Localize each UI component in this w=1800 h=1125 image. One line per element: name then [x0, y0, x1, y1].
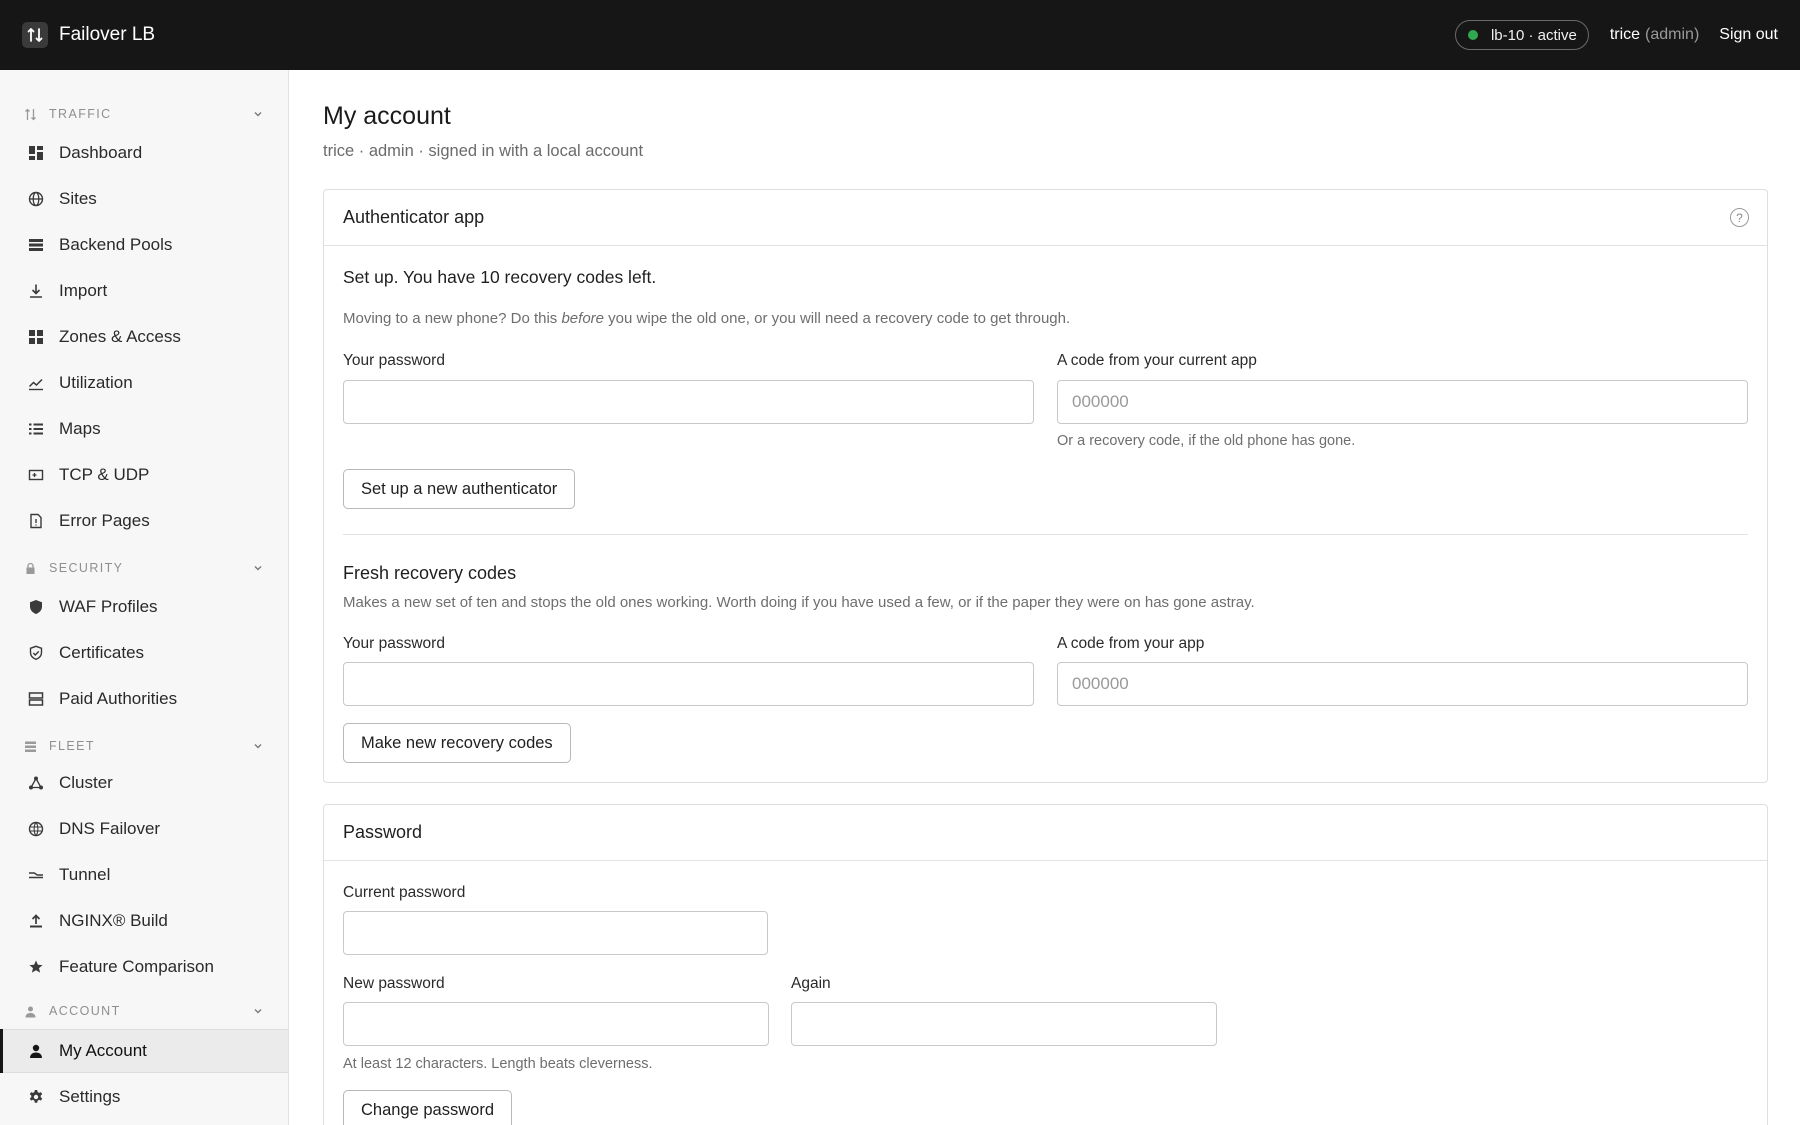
sidebar-item-my-account[interactable]: My Account — [0, 1029, 288, 1073]
confirm-password-input[interactable] — [791, 1002, 1217, 1046]
make-recovery-codes-button[interactable]: Make new recovery codes — [343, 723, 571, 763]
user-icon — [28, 1043, 44, 1059]
status-dot-icon — [1467, 30, 1478, 40]
password-card-header: Password — [324, 805, 1767, 861]
recovery-code-input[interactable] — [1057, 662, 1748, 706]
stack-icon — [28, 237, 44, 253]
shield-icon — [28, 599, 44, 615]
again-password-label: Again — [791, 975, 831, 992]
sidebar-item-tcp-udp[interactable]: TCP & UDP — [0, 453, 288, 497]
new-password-label: New password — [343, 975, 445, 992]
auth-code-label: A code from your current app — [1057, 352, 1257, 369]
line-chart-icon — [28, 375, 44, 391]
recovery-password-label: Your password — [343, 635, 445, 652]
sidebar-section-fleet[interactable]: FLEET — [0, 735, 288, 757]
auth-password-input[interactable] — [343, 380, 1034, 424]
sidebar-item-zones-access[interactable]: Zones & Access — [0, 315, 288, 359]
chevron-down-icon — [254, 566, 262, 571]
sidebar-item-utilization[interactable]: Utilization — [0, 361, 288, 405]
dns-globe-icon — [28, 821, 44, 837]
sidebar-item-backend-pools[interactable]: Backend Pools — [0, 223, 288, 267]
sidebar-item-paid-authorities[interactable]: Paid Authorities — [0, 677, 288, 721]
sidebar-section-account[interactable]: ACCOUNT — [0, 1000, 288, 1022]
server-icon — [28, 691, 44, 707]
main-content: My account trice · admin · signed in wit… — [289, 70, 1800, 1125]
recovery-section-title: Fresh recovery codes — [343, 563, 517, 583]
star-icon — [28, 959, 44, 975]
dashboard-icon — [28, 145, 44, 161]
sidebar-section-security[interactable]: SECURITY — [0, 557, 288, 579]
grid-icon — [28, 329, 44, 345]
sidebar-item-cluster[interactable]: Cluster — [0, 761, 288, 805]
sidebar-item-certificates[interactable]: Certificates — [0, 631, 288, 675]
authenticator-status: Set up. You have 10 recovery codes left. — [343, 267, 657, 287]
password-card: Password Current password New password A… — [323, 804, 1768, 1125]
sign-out-link[interactable]: Sign out — [1719, 26, 1778, 44]
person-icon — [24, 1005, 37, 1018]
recovery-description: Makes a new set of ten and stops the old… — [343, 594, 1255, 611]
list-icon — [28, 421, 44, 437]
sidebar-item-dns-failover[interactable]: DNS Failover — [0, 807, 288, 851]
lock-icon — [24, 562, 37, 575]
sidebar-item-dashboard[interactable]: Dashboard — [0, 131, 288, 175]
top-bar: Failover LB lb-10 · active trice (admin)… — [0, 0, 1800, 70]
authenticator-card-header: Authenticator app ? — [324, 190, 1767, 246]
sidebar-item-error-pages[interactable]: Error Pages — [0, 499, 288, 543]
change-password-button[interactable]: Change password — [343, 1090, 512, 1125]
sidebar-section-traffic[interactable]: TRAFFIC — [0, 103, 288, 125]
chevron-down-icon — [254, 112, 262, 117]
current-user: trice — [1609, 26, 1641, 43]
sidebar-item-maps[interactable]: Maps — [0, 407, 288, 451]
setup-authenticator-button[interactable]: Set up a new authenticator — [343, 469, 576, 509]
sidebar-item-import[interactable]: Import — [0, 269, 288, 313]
port-icon — [28, 467, 44, 483]
gear-icon — [28, 1089, 44, 1105]
tunnel-icon — [28, 867, 44, 883]
new-password-input[interactable] — [343, 1002, 769, 1046]
authenticator-card: Authenticator app ? Set up. You have 10 … — [323, 189, 1768, 783]
authenticator-note: Moving to a new phone? Do this before yo… — [343, 310, 1071, 327]
sidebar-item-tunnel[interactable]: Tunnel — [0, 853, 288, 897]
page-subtitle: trice · admin · signed in with a local a… — [323, 142, 644, 160]
password-hint: At least 12 characters. Length beats cle… — [343, 1056, 653, 1072]
globe-icon — [28, 191, 44, 207]
upload-icon — [28, 913, 44, 929]
auth-code-hint: Or a recovery code, if the old phone has… — [1057, 433, 1356, 449]
help-icon[interactable]: ? — [1730, 208, 1749, 227]
fleet-icon — [24, 740, 37, 753]
cluster-icon — [28, 775, 44, 791]
recovery-password-input[interactable] — [343, 662, 1034, 706]
download-icon — [28, 283, 44, 299]
current-password-label: Current password — [343, 884, 466, 901]
authenticator-card-title: Authenticator app — [343, 207, 485, 227]
shield-check-icon — [28, 645, 44, 661]
sidebar-item-sites[interactable]: Sites — [0, 177, 288, 221]
traffic-arrows-icon — [24, 108, 37, 121]
current-password-input[interactable] — [343, 911, 768, 955]
sidebar-item-nginx-build[interactable]: NGINX® Build — [0, 899, 288, 943]
app-name: Failover LB — [59, 24, 156, 45]
auth-code-input[interactable] — [1057, 380, 1748, 424]
chevron-down-icon — [254, 744, 262, 749]
page-title: My account — [323, 102, 451, 130]
section-divider — [343, 534, 1748, 535]
file-alert-icon — [28, 513, 44, 529]
node-status-badge[interactable]: lb-10 · active — [1454, 20, 1589, 50]
node-status-text: lb-10 · active — [1490, 26, 1577, 44]
auth-password-label: Your password — [343, 352, 445, 369]
sidebar: TRAFFIC Dashboard Sites Backend Pools Im… — [0, 70, 289, 1125]
brand[interactable]: Failover LB — [22, 22, 155, 48]
password-card-title: Password — [343, 822, 423, 842]
sidebar-item-waf-profiles[interactable]: WAF Profiles — [0, 585, 288, 629]
recovery-code-label: A code from your app — [1057, 635, 1205, 652]
sidebar-item-settings[interactable]: Settings — [0, 1075, 288, 1119]
chevron-down-icon — [254, 1009, 262, 1014]
sidebar-item-feature-comparison[interactable]: Feature Comparison — [0, 945, 288, 989]
failover-logo-icon — [22, 22, 48, 48]
current-user-role: (admin) — [1645, 26, 1700, 43]
